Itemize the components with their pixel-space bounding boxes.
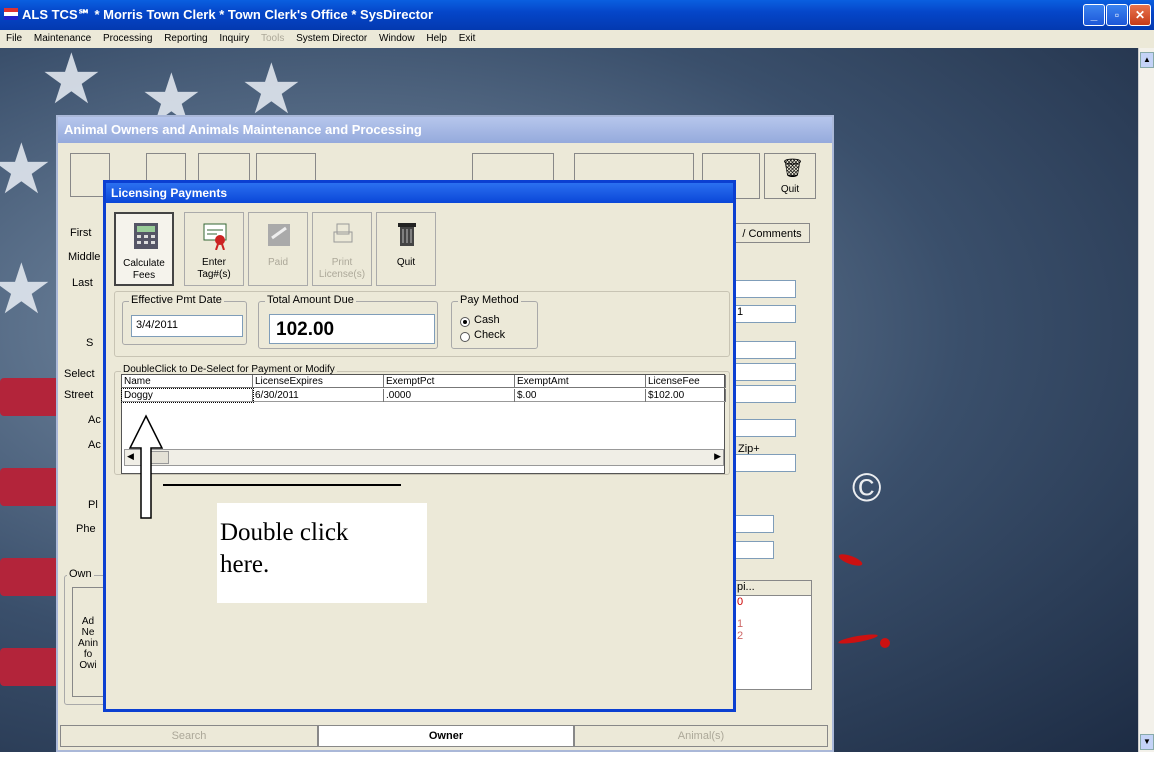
flag-icon: [4, 8, 18, 20]
expiry-row-3: 2: [737, 630, 744, 642]
owner-field-2[interactable]: 1: [734, 305, 796, 323]
menu-maintenance[interactable]: Maintenance: [34, 33, 91, 44]
check-label: Check: [474, 329, 506, 341]
row-exempt-amt: $.00: [515, 389, 646, 402]
tab-comments[interactable]: / Comments: [734, 223, 810, 243]
quit-dialog-button[interactable]: Quit: [376, 212, 436, 286]
zip-field[interactable]: [734, 454, 796, 472]
menu-exit[interactable]: Exit: [459, 33, 476, 44]
phone-label: Pl: [88, 499, 98, 511]
cash-label: Cash: [474, 314, 500, 326]
col-license-expires[interactable]: LicenseExpires: [253, 375, 384, 388]
quit-button[interactable]: 🗑 Quit: [764, 153, 816, 199]
toolbar-button-4[interactable]: [256, 153, 316, 183]
annotation-underline: [163, 484, 401, 486]
close-button[interactable]: ✕: [1129, 4, 1151, 26]
s-label: S: [86, 337, 94, 349]
scroll-up-icon[interactable]: ▲: [1140, 52, 1154, 68]
toolbar-button-2[interactable]: [146, 153, 186, 183]
trash-can-icon: 🗑: [781, 158, 804, 178]
first-label: First: [70, 227, 92, 239]
middle-label: Middle: [68, 251, 101, 263]
owners-window-title: Animal Owners and Animals Maintenance an…: [58, 117, 832, 143]
animal-expiry-list[interactable]: pi... 0 1 2: [734, 580, 812, 690]
toolbar-button-3[interactable]: [198, 153, 250, 183]
expiry-row-1: 0: [737, 596, 744, 608]
bottom-tab-strip: Search Owner Animal(s): [60, 725, 830, 747]
calculate-fees-button[interactable]: Calculate Fees: [114, 212, 174, 286]
copyright-symbol: ©: [852, 466, 882, 510]
grid-header: Name LicenseExpires ExemptPct ExemptAmt …: [122, 375, 726, 388]
toolbar-button-6[interactable]: [574, 153, 694, 183]
row-name[interactable]: Doggy: [121, 388, 254, 403]
owner-field-4[interactable]: [734, 363, 796, 381]
paid-button: Paid: [248, 212, 308, 286]
expiry-row-2: 1: [737, 618, 744, 630]
print-licenses-button: Print License(s): [312, 212, 372, 286]
total-amount-due-field[interactable]: 102.00: [269, 314, 435, 344]
paid-icon: [268, 224, 290, 246]
tag-certificate-icon: [203, 223, 227, 250]
phone2-label: Phe: [76, 523, 96, 535]
col-license-fee[interactable]: LicenseFee: [646, 375, 726, 388]
menu-processing[interactable]: Processing: [103, 33, 152, 44]
annotation-callout: Double click here.: [217, 503, 427, 603]
row-license-fee: $102.00: [646, 389, 726, 402]
tab-animals[interactable]: Animal(s): [574, 725, 828, 747]
app-title: ALS TCS℠ * Morris Town Clerk * Town Cler…: [22, 7, 434, 22]
printer-icon: [333, 223, 353, 243]
expiry-header: pi...: [735, 581, 811, 596]
address2-label: Ac: [88, 439, 101, 451]
check-radio[interactable]: [460, 332, 470, 342]
effective-pmt-date-field[interactable]: 3/4/2011: [131, 315, 243, 337]
col-exempt-pct[interactable]: ExemptPct: [384, 375, 515, 388]
add-animal-button[interactable]: Ad Ne Anin fo Owi: [72, 587, 104, 697]
row-license-expires: 6/30/2011: [253, 389, 384, 402]
select-label: Select: [64, 368, 95, 380]
menu-system-director[interactable]: System Director: [296, 33, 367, 44]
owner-field-8[interactable]: [734, 541, 774, 559]
owner-field-6[interactable]: [734, 419, 796, 437]
row-exempt-pct: .0000: [384, 389, 515, 402]
scroll-right-icon[interactable]: ▶: [714, 451, 721, 462]
tab-search[interactable]: Search: [60, 725, 318, 747]
col-name[interactable]: Name: [122, 375, 253, 388]
owner-field-1[interactable]: [734, 280, 796, 298]
owner-field-3[interactable]: [734, 341, 796, 359]
vertical-scrollbar[interactable]: ▲ ▼: [1138, 48, 1154, 752]
minimize-button[interactable]: _: [1083, 4, 1105, 26]
enter-tags-button[interactable]: Enter Tag#(s): [184, 212, 244, 286]
tab-owner[interactable]: Owner: [318, 725, 574, 747]
street-label: Street: [64, 389, 94, 401]
owner-field-5[interactable]: [734, 385, 796, 403]
menu-tools: Tools: [260, 33, 285, 44]
menu-file[interactable]: File: [6, 33, 22, 44]
col-exempt-amt[interactable]: ExemptAmt: [515, 375, 646, 388]
licensing-payments-title: Licensing Payments: [106, 183, 733, 203]
grid-horizontal-scrollbar[interactable]: ◀ ▶: [124, 449, 724, 466]
toolbar-button-5[interactable]: [472, 153, 554, 183]
menu-help[interactable]: Help: [426, 33, 447, 44]
app-title-bar: ALS TCS℠ * Morris Town Clerk * Town Cler…: [0, 0, 1154, 30]
table-row[interactable]: Doggy 6/30/2011 .0000 $.00 $102.00: [121, 388, 726, 403]
scroll-down-icon[interactable]: ▼: [1140, 734, 1154, 750]
up-arrow-annotation: [128, 414, 164, 519]
menu-window[interactable]: Window: [379, 33, 415, 44]
cash-radio[interactable]: [460, 317, 470, 327]
menu-inquiry[interactable]: Inquiry: [219, 33, 249, 44]
maximize-button[interactable]: ▫: [1106, 4, 1128, 26]
menu-bar: File Maintenance Processing Reporting In…: [0, 30, 1154, 48]
menu-reporting[interactable]: Reporting: [164, 33, 207, 44]
trash-can-icon: [398, 223, 416, 246]
owner-field-7[interactable]: [734, 515, 774, 533]
address1-label: Ac: [88, 414, 101, 426]
last-label: Last: [72, 277, 93, 289]
calculator-icon: [134, 223, 158, 249]
